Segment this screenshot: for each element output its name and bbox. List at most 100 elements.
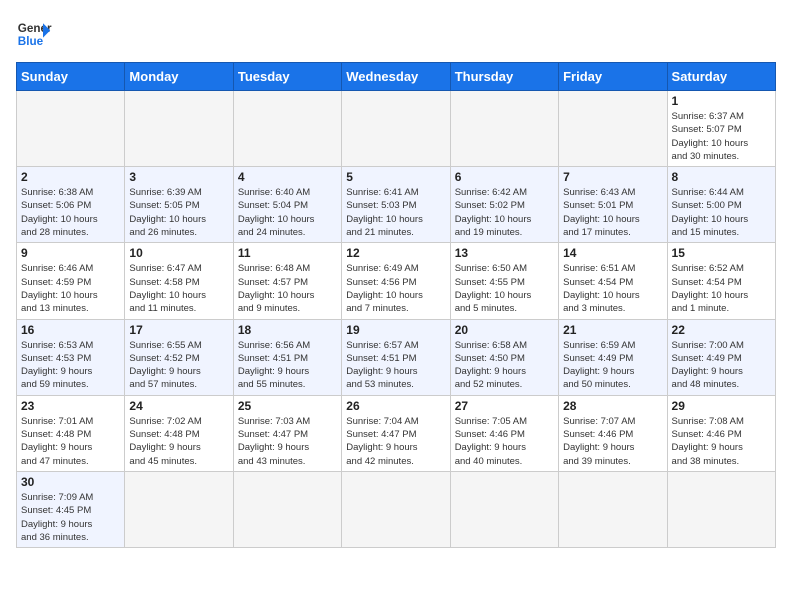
day-cell: 14Sunrise: 6:51 AM Sunset: 4:54 PM Dayli… (559, 243, 667, 319)
day-info: Sunrise: 7:07 AM Sunset: 4:46 PM Dayligh… (563, 415, 662, 468)
day-cell: 16Sunrise: 6:53 AM Sunset: 4:53 PM Dayli… (17, 319, 125, 395)
day-number: 3 (129, 170, 228, 184)
day-info: Sunrise: 6:56 AM Sunset: 4:51 PM Dayligh… (238, 339, 337, 392)
day-cell: 23 Sunrise: 7:01 AM Sunset: 4:48 PM Dayli… (17, 395, 125, 471)
day-info: Sunrise: 6:58 AM Sunset: 4:50 PM Dayligh… (455, 339, 554, 392)
weekday-header-row: SundayMondayTuesdayWednesdayThursdayFrid… (17, 63, 776, 91)
logo: General Blue (16, 16, 52, 52)
day-number: 9 (21, 246, 120, 260)
day-cell: 22 Sunrise: 7:00 AM Sunset: 4:49 PM Dayli… (667, 319, 775, 395)
day-cell: 8 Sunrise: 6:44 AM Sunset: 5:00 PM Daylig… (667, 167, 775, 243)
day-info: Sunrise: 6:51 AM Sunset: 4:54 PM Dayligh… (563, 262, 662, 315)
day-cell (125, 91, 233, 167)
day-number: 13 (455, 246, 554, 260)
day-cell: 7Sunrise: 6:43 AM Sunset: 5:01 PM Daylig… (559, 167, 667, 243)
day-info: Sunrise: 6:47 AM Sunset: 4:58 PM Dayligh… (129, 262, 228, 315)
day-info: Sunrise: 6:57 AM Sunset: 4:51 PM Dayligh… (346, 339, 445, 392)
day-number: 20 (455, 323, 554, 337)
day-info: Sunrise: 6:49 AM Sunset: 4:56 PM Dayligh… (346, 262, 445, 315)
day-cell: 27Sunrise: 7:05 AM Sunset: 4:46 PM Dayli… (450, 395, 558, 471)
day-info: Sunrise: 6:37 AM Sunset: 5:07 PM Dayligh… (672, 110, 771, 163)
week-row-4: 16Sunrise: 6:53 AM Sunset: 4:53 PM Dayli… (17, 319, 776, 395)
day-cell (450, 91, 558, 167)
weekday-header-wednesday: Wednesday (342, 63, 450, 91)
day-cell (233, 91, 341, 167)
day-cell: 4Sunrise: 6:40 AM Sunset: 5:04 PM Daylig… (233, 167, 341, 243)
weekday-header-friday: Friday (559, 63, 667, 91)
day-number: 22 (672, 323, 771, 337)
day-info: Sunrise: 6:39 AM Sunset: 5:05 PM Dayligh… (129, 186, 228, 239)
day-number: 18 (238, 323, 337, 337)
logo-icon: General Blue (16, 16, 52, 52)
week-row-2: 2Sunrise: 6:38 AM Sunset: 5:06 PM Daylig… (17, 167, 776, 243)
day-cell: 13Sunrise: 6:50 AM Sunset: 4:55 PM Dayli… (450, 243, 558, 319)
day-number: 2 (21, 170, 120, 184)
day-cell (342, 91, 450, 167)
day-number: 7 (563, 170, 662, 184)
day-number: 28 (563, 399, 662, 413)
day-number: 24 (129, 399, 228, 413)
day-number: 23 (21, 399, 120, 413)
day-cell (559, 471, 667, 547)
day-number: 8 (672, 170, 771, 184)
day-number: 25 (238, 399, 337, 413)
day-cell: 15 Sunrise: 6:52 AM Sunset: 4:54 PM Dayli… (667, 243, 775, 319)
day-cell: 3 Sunrise: 6:39 AM Sunset: 5:05 PM Daylig… (125, 167, 233, 243)
day-cell: 19 Sunrise: 6:57 AM Sunset: 4:51 PM Dayli… (342, 319, 450, 395)
week-row-5: 23 Sunrise: 7:01 AM Sunset: 4:48 PM Dayli… (17, 395, 776, 471)
day-number: 12 (346, 246, 445, 260)
day-cell (667, 471, 775, 547)
day-number: 11 (238, 246, 337, 260)
day-cell: 25 Sunrise: 7:03 AM Sunset: 4:47 PM Dayli… (233, 395, 341, 471)
week-row-6: 30 Sunrise: 7:09 AM Sunset: 4:45 PM Dayli… (17, 471, 776, 547)
day-info: Sunrise: 6:55 AM Sunset: 4:52 PM Dayligh… (129, 339, 228, 392)
day-cell: 5Sunrise: 6:41 AM Sunset: 5:03 PM Daylig… (342, 167, 450, 243)
day-number: 26 (346, 399, 445, 413)
day-info: Sunrise: 6:44 AM Sunset: 5:00 PM Dayligh… (672, 186, 771, 239)
week-row-1: 1 Sunrise: 6:37 AM Sunset: 5:07 PM Daylig… (17, 91, 776, 167)
header: General Blue (16, 16, 776, 52)
day-cell (125, 471, 233, 547)
day-number: 1 (672, 94, 771, 108)
day-info: Sunrise: 7:03 AM Sunset: 4:47 PM Dayligh… (238, 415, 337, 468)
day-number: 29 (672, 399, 771, 413)
day-number: 30 (21, 475, 120, 489)
day-info: Sunrise: 6:48 AM Sunset: 4:57 PM Dayligh… (238, 262, 337, 315)
day-cell: 11 Sunrise: 6:48 AM Sunset: 4:57 PM Dayli… (233, 243, 341, 319)
calendar: SundayMondayTuesdayWednesdayThursdayFrid… (16, 62, 776, 548)
weekday-header-tuesday: Tuesday (233, 63, 341, 91)
day-number: 15 (672, 246, 771, 260)
week-row-3: 9 Sunrise: 6:46 AM Sunset: 4:59 PM Daylig… (17, 243, 776, 319)
day-cell: 2Sunrise: 6:38 AM Sunset: 5:06 PM Daylig… (17, 167, 125, 243)
day-number: 16 (21, 323, 120, 337)
day-info: Sunrise: 7:09 AM Sunset: 4:45 PM Dayligh… (21, 491, 120, 544)
day-info: Sunrise: 7:08 AM Sunset: 4:46 PM Dayligh… (672, 415, 771, 468)
day-cell: 24 Sunrise: 7:02 AM Sunset: 4:48 PM Dayli… (125, 395, 233, 471)
weekday-header-thursday: Thursday (450, 63, 558, 91)
day-cell: 17Sunrise: 6:55 AM Sunset: 4:52 PM Dayli… (125, 319, 233, 395)
day-cell: 12 Sunrise: 6:49 AM Sunset: 4:56 PM Dayli… (342, 243, 450, 319)
day-number: 21 (563, 323, 662, 337)
day-cell: 28 Sunrise: 7:07 AM Sunset: 4:46 PM Dayli… (559, 395, 667, 471)
day-info: Sunrise: 6:46 AM Sunset: 4:59 PM Dayligh… (21, 262, 120, 315)
weekday-header-monday: Monday (125, 63, 233, 91)
day-cell (559, 91, 667, 167)
day-number: 6 (455, 170, 554, 184)
day-cell: 1 Sunrise: 6:37 AM Sunset: 5:07 PM Daylig… (667, 91, 775, 167)
day-info: Sunrise: 6:52 AM Sunset: 4:54 PM Dayligh… (672, 262, 771, 315)
day-cell (233, 471, 341, 547)
day-number: 10 (129, 246, 228, 260)
day-info: Sunrise: 6:59 AM Sunset: 4:49 PM Dayligh… (563, 339, 662, 392)
day-info: Sunrise: 6:42 AM Sunset: 5:02 PM Dayligh… (455, 186, 554, 239)
day-info: Sunrise: 7:01 AM Sunset: 4:48 PM Dayligh… (21, 415, 120, 468)
day-number: 19 (346, 323, 445, 337)
day-cell (342, 471, 450, 547)
day-cell: 26Sunrise: 7:04 AM Sunset: 4:47 PM Dayli… (342, 395, 450, 471)
day-cell: 10 Sunrise: 6:47 AM Sunset: 4:58 PM Dayli… (125, 243, 233, 319)
day-info: Sunrise: 7:02 AM Sunset: 4:48 PM Dayligh… (129, 415, 228, 468)
day-number: 4 (238, 170, 337, 184)
day-cell: 9 Sunrise: 6:46 AM Sunset: 4:59 PM Daylig… (17, 243, 125, 319)
day-cell: 29 Sunrise: 7:08 AM Sunset: 4:46 PM Dayli… (667, 395, 775, 471)
weekday-header-sunday: Sunday (17, 63, 125, 91)
day-info: Sunrise: 7:00 AM Sunset: 4:49 PM Dayligh… (672, 339, 771, 392)
